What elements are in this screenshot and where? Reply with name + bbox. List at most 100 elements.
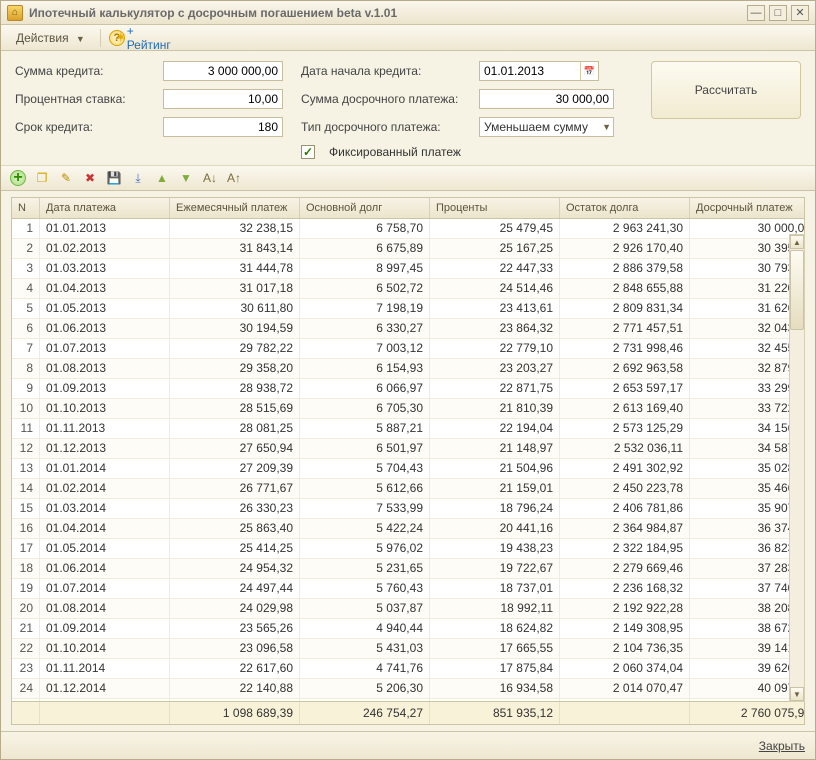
close-button[interactable]: ✕ bbox=[791, 5, 809, 21]
table-footer: 1 098 689,39 246 754,27 851 935,12 2 760… bbox=[12, 701, 804, 724]
cell-balance: 2 104 736,35 bbox=[560, 639, 690, 658]
actions-menu[interactable]: Действия ▼ bbox=[7, 27, 94, 49]
cell-interest: 18 796,24 bbox=[430, 499, 560, 518]
calculate-button-label: Рассчитать bbox=[695, 83, 758, 97]
cell-n: 21 bbox=[12, 619, 40, 638]
calculate-button[interactable]: Рассчитать bbox=[651, 61, 801, 119]
maximize-button[interactable]: □ bbox=[769, 5, 787, 21]
cell-balance: 2 692 963,58 bbox=[560, 359, 690, 378]
save-button[interactable]: 💾 bbox=[105, 169, 123, 187]
table-row[interactable]: 801.08.201329 358,206 154,9323 203,272 6… bbox=[12, 359, 804, 379]
cell-balance: 2 926 170,40 bbox=[560, 239, 690, 258]
term-input[interactable] bbox=[163, 117, 283, 137]
cell-n: 4 bbox=[12, 279, 40, 298]
sort-desc-button[interactable]: A↑ bbox=[225, 169, 243, 187]
scroll-thumb[interactable] bbox=[790, 250, 804, 330]
cell-extra: 30 000,00 bbox=[690, 219, 804, 238]
table-row[interactable]: 701.07.201329 782,227 003,1222 779,102 7… bbox=[12, 339, 804, 359]
table-row[interactable]: 501.05.201330 611,807 198,1923 413,612 8… bbox=[12, 299, 804, 319]
cell-extra: 37 740,71 bbox=[690, 579, 804, 598]
cell-extra: 36 823,90 bbox=[690, 539, 804, 558]
move-up-button[interactable]: ▲ bbox=[153, 169, 171, 187]
cell-monthly: 31 843,14 bbox=[170, 239, 300, 258]
cell-n: 9 bbox=[12, 379, 40, 398]
minimize-button[interactable]: — bbox=[747, 5, 765, 21]
table-row[interactable]: 2101.09.201423 565,264 940,4418 624,822 … bbox=[12, 619, 804, 639]
rate-input[interactable] bbox=[163, 89, 283, 109]
load-button[interactable]: ⤓ bbox=[129, 169, 147, 187]
table-row[interactable]: 2401.12.201422 140,885 206,3016 934,582 … bbox=[12, 679, 804, 699]
cell-date: 01.10.2014 bbox=[40, 639, 170, 658]
table-row[interactable]: 101.01.201332 238,156 758,7025 479,452 9… bbox=[12, 219, 804, 239]
table-row[interactable]: 1301.01.201427 209,395 704,4321 504,962 … bbox=[12, 459, 804, 479]
edit-row-button[interactable]: ✎ bbox=[57, 169, 75, 187]
table-row[interactable]: 2001.08.201424 029,985 037,8718 992,112 … bbox=[12, 599, 804, 619]
col-principal[interactable]: Основной долг bbox=[300, 198, 430, 218]
table-row[interactable]: 601.06.201330 194,596 330,2723 864,322 7… bbox=[12, 319, 804, 339]
table-row[interactable]: 301.03.201331 444,788 997,4522 447,332 8… bbox=[12, 259, 804, 279]
vertical-scrollbar[interactable]: ▲ ▼ bbox=[789, 234, 805, 702]
cell-n: 14 bbox=[12, 479, 40, 498]
col-extra[interactable]: Досрочный платеж bbox=[690, 198, 805, 218]
table-row[interactable]: 901.09.201328 938,726 066,9722 871,752 6… bbox=[12, 379, 804, 399]
cell-n: 1 bbox=[12, 219, 40, 238]
cell-monthly: 25 863,40 bbox=[170, 519, 300, 538]
cell-principal: 7 533,99 bbox=[300, 499, 430, 518]
table-row[interactable]: 201.02.201331 843,146 675,8925 167,252 9… bbox=[12, 239, 804, 259]
cell-principal: 5 037,87 bbox=[300, 599, 430, 618]
sum-input[interactable] bbox=[163, 61, 283, 81]
cell-n: 12 bbox=[12, 439, 40, 458]
table-row[interactable]: 1001.10.201328 515,696 705,3021 810,392 … bbox=[12, 399, 804, 419]
table-row[interactable]: 1201.12.201327 650,946 501,9721 148,972 … bbox=[12, 439, 804, 459]
table-row[interactable]: 1401.02.201426 771,675 612,6621 159,012 … bbox=[12, 479, 804, 499]
total-balance bbox=[560, 702, 690, 724]
cell-interest: 22 447,33 bbox=[430, 259, 560, 278]
table-row[interactable]: 2301.11.201422 617,604 741,7617 875,842 … bbox=[12, 659, 804, 679]
fixed-checkbox[interactable]: ✓ bbox=[301, 145, 315, 159]
col-balance[interactable]: Остаток долга bbox=[560, 198, 690, 218]
cell-interest: 21 159,01 bbox=[430, 479, 560, 498]
cell-balance: 2 963 241,30 bbox=[560, 219, 690, 238]
move-down-button[interactable]: ▼ bbox=[177, 169, 195, 187]
table-row[interactable]: 1801.06.201424 954,325 231,6519 722,672 … bbox=[12, 559, 804, 579]
cell-interest: 16 934,58 bbox=[430, 679, 560, 698]
col-interest[interactable]: Проценты bbox=[430, 198, 560, 218]
cell-extra: 35 466,48 bbox=[690, 479, 804, 498]
close-link[interactable]: Закрыть bbox=[759, 739, 805, 753]
scroll-up-button[interactable]: ▲ bbox=[790, 235, 804, 249]
table-row[interactable]: 1601.04.201425 863,405 422,2420 441,162 … bbox=[12, 519, 804, 539]
cell-date: 01.09.2014 bbox=[40, 619, 170, 638]
rating-button[interactable]: ✶ + Рейтинг bbox=[133, 28, 153, 48]
cell-monthly: 23 565,26 bbox=[170, 619, 300, 638]
sort-asc-button[interactable]: A↓ bbox=[201, 169, 219, 187]
calendar-icon[interactable]: 📅 bbox=[580, 62, 598, 80]
table-row[interactable]: 401.04.201331 017,186 502,7224 514,462 8… bbox=[12, 279, 804, 299]
table-row[interactable]: 1501.03.201426 330,237 533,9918 796,242 … bbox=[12, 499, 804, 519]
cell-monthly: 26 771,67 bbox=[170, 479, 300, 498]
cell-extra: 31 220,97 bbox=[690, 279, 804, 298]
table-row[interactable]: 1701.05.201425 414,255 976,0219 438,232 … bbox=[12, 539, 804, 559]
cell-balance: 2 848 655,88 bbox=[560, 279, 690, 298]
cell-interest: 17 875,84 bbox=[430, 659, 560, 678]
col-date[interactable]: Дата платежа bbox=[40, 198, 170, 218]
add-row-button[interactable]: + bbox=[9, 169, 27, 187]
cell-interest: 20 441,16 bbox=[430, 519, 560, 538]
extra-sum-input[interactable] bbox=[479, 89, 614, 109]
table-row[interactable]: 1101.11.201328 081,255 887,2122 194,042 … bbox=[12, 419, 804, 439]
cell-n: 23 bbox=[12, 659, 40, 678]
col-n[interactable]: N bbox=[12, 198, 40, 218]
delete-row-button[interactable]: ✖ bbox=[81, 169, 99, 187]
scroll-down-button[interactable]: ▼ bbox=[790, 687, 804, 701]
fixed-label: Фиксированный платеж bbox=[329, 145, 461, 159]
copy-row-button[interactable]: ❐ bbox=[33, 169, 51, 187]
col-monthly[interactable]: Ежемесячный платеж bbox=[170, 198, 300, 218]
cell-monthly: 30 194,59 bbox=[170, 319, 300, 338]
table-row[interactable]: 2201.10.201423 096,585 431,0317 665,552 … bbox=[12, 639, 804, 659]
extra-type-select[interactable]: Уменьшаем сумму ▼ bbox=[479, 117, 614, 137]
cell-interest: 22 194,04 bbox=[430, 419, 560, 438]
cell-balance: 2 771 457,51 bbox=[560, 319, 690, 338]
cell-principal: 8 997,45 bbox=[300, 259, 430, 278]
cell-principal: 6 154,93 bbox=[300, 359, 430, 378]
table-row[interactable]: 1901.07.201424 497,445 760,4318 737,012 … bbox=[12, 579, 804, 599]
cell-extra: 30 395,01 bbox=[690, 239, 804, 258]
